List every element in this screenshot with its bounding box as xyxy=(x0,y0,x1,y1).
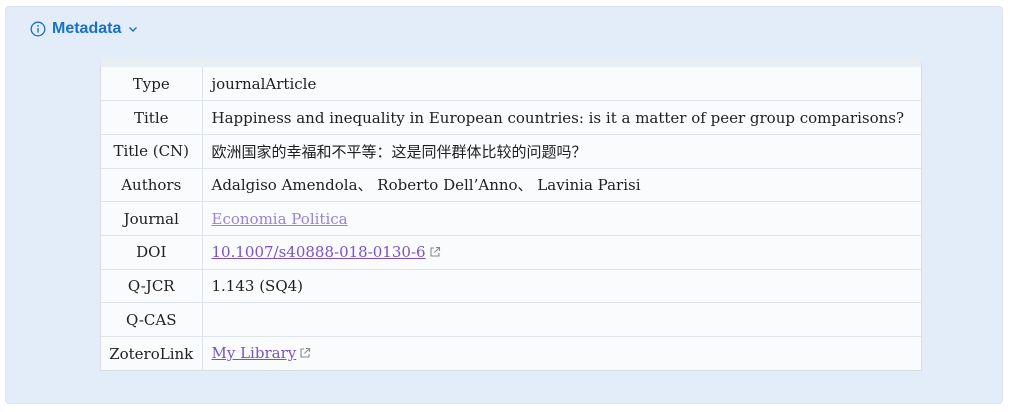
qcas-label: Q-CAS xyxy=(101,302,203,337)
zotero-link[interactable]: My Library xyxy=(212,344,297,362)
authors-value: Adalgiso Amendola、 Roberto Dell’Anno、 La… xyxy=(202,167,921,202)
table-row: Title Happiness and inequality in Europe… xyxy=(101,100,921,135)
title-cn-label: Title (CN) xyxy=(101,133,203,169)
title-label: Title xyxy=(101,100,203,135)
metadata-panel: Metadata Type journalArticle Title Happi… xyxy=(5,6,1003,404)
metadata-toggle[interactable]: Metadata xyxy=(30,19,139,39)
journal-label: Journal xyxy=(101,201,203,236)
journal-link[interactable]: Economia Politica xyxy=(212,210,348,228)
zotero-label: ZoteroLink xyxy=(101,336,203,371)
table-row: DOI 10.1007/s40888-018-0130-6 xyxy=(101,234,921,270)
info-circle-icon xyxy=(30,21,46,37)
table-row: Title (CN) 欧洲国家的幸福和不平等：这是同伴群体比较的问题吗？ xyxy=(101,133,921,169)
qjcr-label: Q-JCR xyxy=(101,268,203,303)
table-row: Q-CAS xyxy=(101,302,921,337)
table-row: Q-JCR 1.143 (SQ4) xyxy=(101,268,921,303)
external-link-icon[interactable] xyxy=(299,345,311,363)
table-row: Type journalArticle xyxy=(101,67,921,101)
type-label: Type xyxy=(101,67,203,101)
doi-link[interactable]: 10.1007/s40888-018-0130-6 xyxy=(212,243,426,261)
title-value: Happiness and inequality in European cou… xyxy=(202,100,921,135)
table-row: ZoteroLink My Library xyxy=(101,336,921,371)
metadata-table: Type journalArticle Title Happiness and … xyxy=(100,57,922,372)
doi-label: DOI xyxy=(101,234,203,270)
metadata-title: Metadata xyxy=(52,20,122,37)
qjcr-value: 1.143 (SQ4) xyxy=(202,268,921,303)
title-cn-value: 欧洲国家的幸福和不平等：这是同伴群体比较的问题吗？ xyxy=(202,133,921,169)
table-row: Authors Adalgiso Amendola、 Roberto Dell’… xyxy=(101,167,921,202)
qcas-value xyxy=(202,302,921,337)
chevron-down-icon xyxy=(125,23,139,35)
external-link-icon[interactable] xyxy=(429,244,441,262)
type-value: journalArticle xyxy=(211,74,317,93)
table-row: Journal Economia Politica xyxy=(101,201,921,236)
authors-label: Authors xyxy=(101,167,203,202)
